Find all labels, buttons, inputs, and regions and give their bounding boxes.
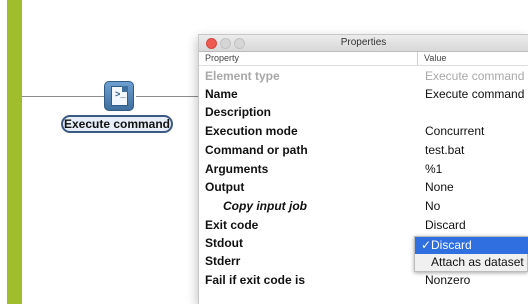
property-row-element-type: Element type Execute command [199, 67, 528, 85]
property-row-exit-code[interactable]: Exit code Discard [199, 216, 528, 234]
property-name: Arguments [205, 162, 269, 176]
dropdown-option[interactable]: Attach as dataset [415, 254, 528, 271]
property-name: Exit code [205, 218, 259, 232]
property-row-fail-if-exit-code[interactable]: Fail if exit code is Nonzero [199, 271, 528, 289]
dropdown-option-label: Attach as dataset [431, 255, 524, 269]
property-name: Copy input job [223, 199, 307, 213]
property-name: Stdout [205, 236, 243, 250]
terminal-script-icon[interactable]: >_ [104, 81, 134, 111]
property-name: Stderr [205, 254, 241, 268]
property-name: Element type [205, 69, 280, 83]
property-value[interactable]: Discard [425, 217, 466, 233]
accent-sidebar-bar [7, 0, 22, 304]
property-value[interactable]: %1 [425, 161, 442, 177]
property-name: Description [205, 105, 272, 119]
property-row-name[interactable]: Name Execute command [199, 85, 528, 103]
column-separator[interactable] [417, 52, 418, 65]
property-row-command-path[interactable]: Command or path test.bat [199, 141, 528, 159]
document-icon: >_ [111, 86, 128, 106]
property-row-copy-input-job[interactable]: Copy input job No [199, 197, 528, 215]
node-label[interactable]: Execute command [61, 115, 173, 133]
property-value: Execute command [425, 69, 525, 83]
property-value[interactable]: Concurrent [425, 123, 484, 139]
property-name: Fail if exit code is [205, 273, 306, 287]
column-header-value[interactable]: Value [424, 52, 446, 65]
property-value[interactable]: test.bat [425, 142, 464, 158]
property-value[interactable]: No [425, 198, 440, 214]
dropdown-option-selected[interactable]: ✓ Discard [415, 237, 528, 254]
checkmark-icon: ✓ [421, 238, 432, 252]
property-name: Command or path [205, 143, 308, 157]
property-row-execution-mode[interactable]: Execution mode Concurrent [199, 122, 528, 140]
column-header-property[interactable]: Property [205, 52, 239, 65]
property-name: Output [205, 180, 245, 194]
header-divider [199, 65, 528, 66]
flow-connector-in [22, 96, 106, 97]
property-row-output[interactable]: Output None [199, 178, 528, 196]
property-value[interactable]: None [425, 179, 454, 195]
stdout-options-dropdown[interactable]: ✓ Discard Attach as dataset [414, 236, 528, 272]
window-titlebar: Properties [199, 35, 528, 52]
property-name: Name [205, 87, 238, 101]
window-title: Properties [340, 37, 387, 48]
property-row-description[interactable]: Description [199, 103, 528, 121]
property-value[interactable]: Nonzero [425, 272, 470, 288]
dropdown-option-label: Discard [431, 238, 472, 252]
property-value[interactable]: Execute command [425, 86, 524, 102]
prompt-glyph: >_ [115, 90, 126, 100]
property-name: Execution mode [205, 124, 298, 138]
property-row-arguments[interactable]: Arguments %1 [199, 160, 528, 178]
